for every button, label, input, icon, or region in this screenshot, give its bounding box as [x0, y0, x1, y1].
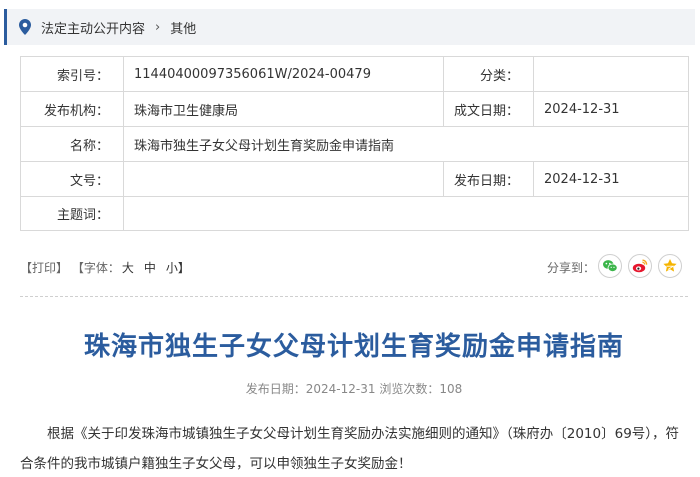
breadcrumb: 法定主动公开内容 › 其他 — [4, 9, 695, 45]
document-meta-table: 索引号： 11440400097356061W/2024-00479 分类： 发… — [20, 56, 689, 231]
meta-row-subject: 主题词： — [20, 196, 689, 231]
docno-label: 文号： — [20, 161, 124, 197]
created-date-label: 成文日期： — [443, 91, 534, 127]
print-link[interactable]: 【打印】 — [20, 261, 68, 275]
location-pin-icon — [19, 19, 31, 35]
meta-row-name: 名称： 珠海市独生子女父母计划生育奖励金申请指南 — [20, 126, 689, 162]
font-small-link[interactable]: 小】 — [166, 261, 190, 275]
subject-label: 主题词： — [20, 196, 124, 231]
meta-row-publisher: 发布机构： 珠海市卫生健康局 成文日期： 2024-12-31 — [20, 91, 689, 127]
pubdate-value: 2024-12-31 — [533, 161, 689, 197]
publisher-label: 发布机构： — [20, 91, 124, 127]
wechat-share-button[interactable] — [598, 254, 622, 278]
font-medium-link[interactable]: 中 — [144, 261, 156, 275]
article-paragraph: 根据《关于印发珠海市城镇独生子女父母计划生育奖励办法实施细则的通知》（珠府办〔2… — [20, 426, 680, 472]
meta-row-docno: 文号： 发布日期： 2024-12-31 — [20, 161, 689, 197]
subject-value — [123, 196, 689, 231]
chevron-right-icon: › — [155, 19, 161, 35]
qzone-icon — [663, 259, 677, 272]
article-pub-info: 发布日期：2024-12-31 浏览次数：108 — [245, 382, 463, 396]
wechat-icon — [603, 260, 618, 272]
index-value: 11440400097356061W/2024-00479 — [123, 56, 444, 92]
weibo-share-button[interactable] — [628, 254, 652, 278]
pubdate-label: 发布日期： — [443, 161, 534, 197]
font-size-label: 【字体： — [71, 261, 120, 275]
created-date-value: 2024-12-31 — [533, 91, 689, 127]
share-label: 分享到： — [547, 261, 596, 275]
breadcrumb-item-public-content[interactable]: 法定主动公开内容 — [41, 18, 145, 37]
category-value — [533, 56, 689, 92]
meta-row-index: 索引号： 11440400097356061W/2024-00479 分类： — [20, 56, 689, 92]
article-title: 珠海市独生子女父母计划生育奖励金申请指南 — [83, 332, 624, 362]
name-label: 名称： — [20, 126, 124, 162]
weibo-icon — [632, 259, 648, 273]
font-large-link[interactable]: 大 — [122, 261, 134, 275]
qzone-share-button[interactable] — [658, 254, 682, 278]
dotted-divider — [20, 296, 688, 297]
category-label: 分类： — [443, 56, 534, 92]
name-value: 珠海市独生子女父母计划生育奖励金申请指南 — [123, 126, 689, 162]
docno-value — [123, 161, 444, 197]
index-label: 索引号： — [20, 56, 124, 92]
publisher-value: 珠海市卫生健康局 — [123, 91, 444, 127]
article-tools: 【打印】 【字体：大中小】 分享到： — [20, 252, 688, 280]
breadcrumb-item-other[interactable]: 其他 — [170, 18, 196, 37]
tools-left: 【打印】 【字体：大中小】 — [20, 259, 190, 276]
